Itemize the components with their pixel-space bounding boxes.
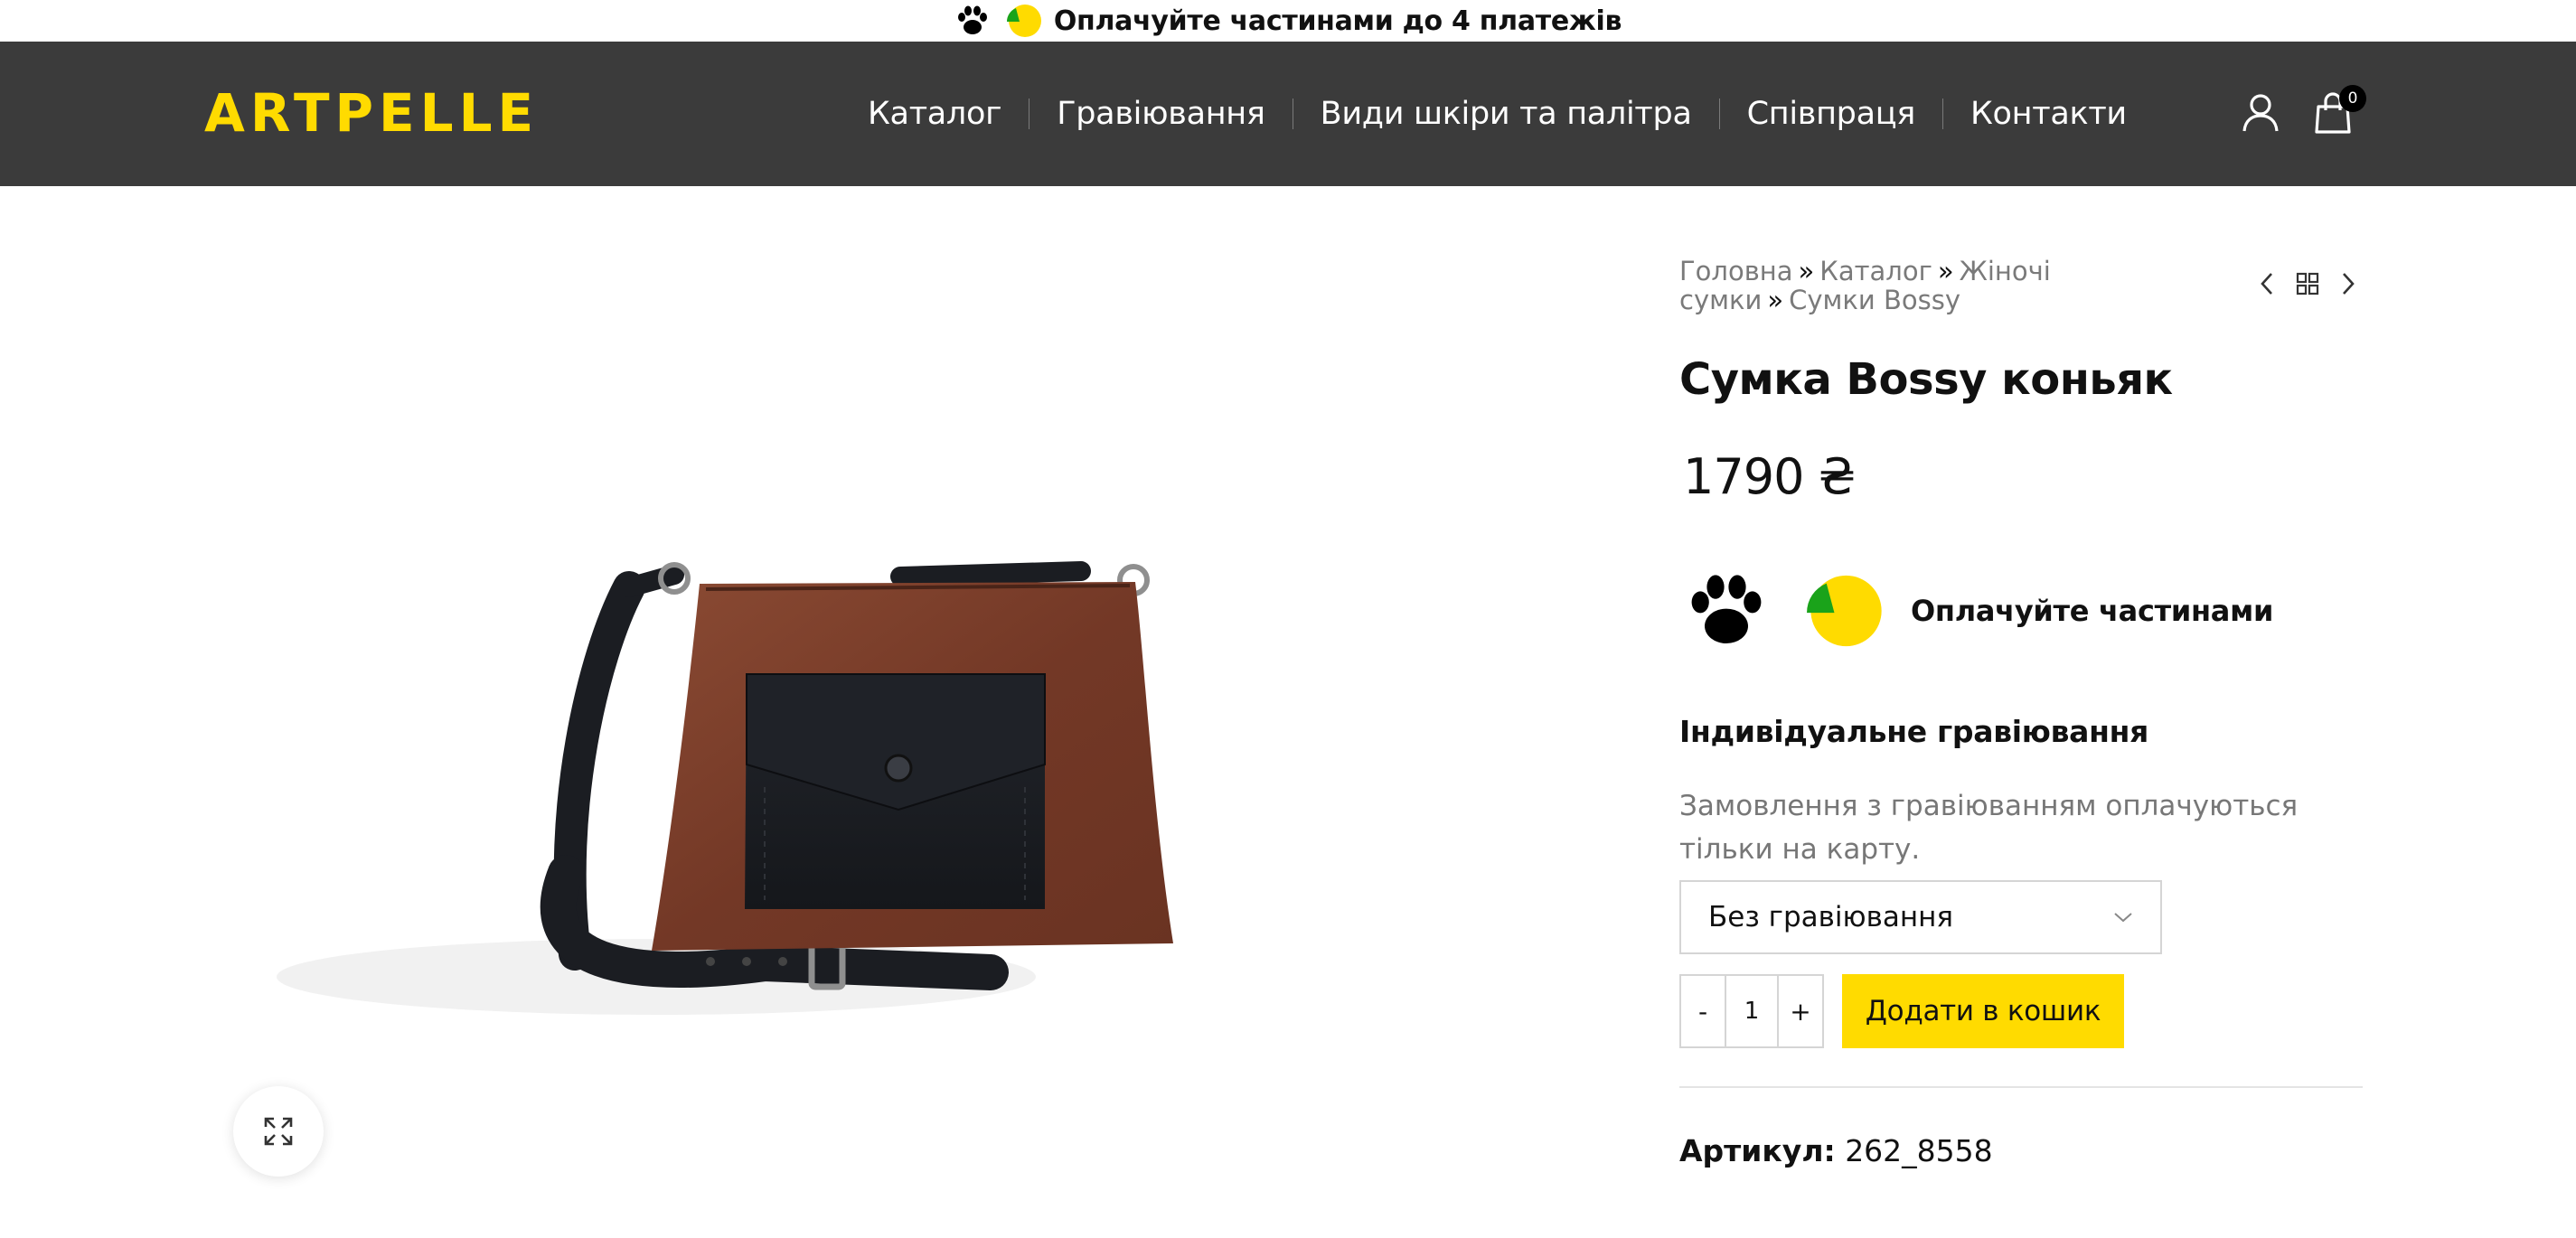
product-price: 1790 ₴ xyxy=(1683,448,1856,505)
quantity-plus-button[interactable]: + xyxy=(1779,976,1822,1046)
paw-icon xyxy=(957,5,987,34)
product-navigation xyxy=(2258,271,2357,296)
add-to-cart-button[interactable]: Додати в кошик xyxy=(1842,974,2124,1048)
expand-icon xyxy=(264,1117,293,1146)
breadcrumb-separator: » xyxy=(1767,285,1784,315)
chevron-right-icon[interactable] xyxy=(2339,271,2357,296)
nav-item-leather-types[interactable]: Види шкіри та палітра xyxy=(1293,94,1719,134)
breadcrumb-item-home[interactable]: Головна xyxy=(1679,256,1793,286)
divider xyxy=(1679,1086,2363,1088)
quantity-stepper: - 1 + xyxy=(1679,974,1824,1048)
installments-badge[interactable]: Оплачуйте частинами xyxy=(1683,567,2273,654)
breadcrumb-separator: » xyxy=(1798,256,1815,286)
promo-bar: Оплачуйте частинами до 4 платежів xyxy=(0,0,2576,42)
sku-label: Артикул: xyxy=(1679,1133,1836,1168)
breadcrumb-separator: » xyxy=(1937,256,1954,286)
pie-icon xyxy=(1006,5,1041,37)
product-title: Сумка Bossy коньяк xyxy=(1679,354,2173,405)
promo-text: Оплачуйте частинами до 4 платежів xyxy=(1053,5,1622,37)
main-nav: Каталог Гравіювання Види шкіри та палітр… xyxy=(841,94,2154,134)
product-image[interactable] xyxy=(204,186,1596,1234)
paw-icon xyxy=(1691,575,1762,643)
expand-image-button[interactable] xyxy=(233,1086,324,1177)
quantity-input[interactable]: 1 xyxy=(1725,976,1779,1046)
breadcrumb: Головна» Каталог» Жіночі сумки» Сумки Bossy xyxy=(1679,257,2240,314)
quantity-minus-button[interactable]: - xyxy=(1681,976,1725,1046)
installments-text: Оплачуйте частинами xyxy=(1911,594,2274,628)
cart-button[interactable]: 0 xyxy=(2314,85,2366,134)
user-icon[interactable] xyxy=(2242,93,2280,133)
product-sku: Артикул: 262_8558 xyxy=(1679,1133,1993,1168)
breadcrumb-item-catalog[interactable]: Каталог xyxy=(1819,256,1932,286)
grid-icon[interactable] xyxy=(2296,272,2319,295)
engraving-title: Індивідуальне гравіювання xyxy=(1679,714,2149,749)
pie-icon xyxy=(1807,575,1882,647)
nav-item-contacts[interactable]: Контакти xyxy=(1943,94,2154,134)
engraving-select[interactable]: Без гравіювання xyxy=(1679,880,2162,954)
engraving-select-value: Без гравіювання xyxy=(1708,901,1954,933)
nav-item-catalog[interactable]: Каталог xyxy=(841,94,1029,134)
site-logo[interactable]: ARTPELLE xyxy=(204,87,539,139)
chevron-left-icon[interactable] xyxy=(2258,271,2276,296)
sku-value: 262_8558 xyxy=(1845,1133,1993,1168)
cart-count-badge: 0 xyxy=(2339,85,2366,112)
engraving-note: Замовлення з гравіюванням оплачуються ті… xyxy=(1679,790,2299,866)
product-photo xyxy=(277,561,1173,1015)
site-header: ARTPELLE Каталог Гравіювання Види шкіри … xyxy=(0,42,2576,186)
chevron-down-icon xyxy=(2114,913,2132,923)
header-actions: 0 xyxy=(2242,85,2366,134)
nav-item-cooperation[interactable]: Співпраця xyxy=(1720,94,1942,134)
breadcrumb-item-bossy[interactable]: Сумки Bossy xyxy=(1789,285,1960,315)
nav-item-engraving[interactable]: Гравіювання xyxy=(1029,94,1292,134)
